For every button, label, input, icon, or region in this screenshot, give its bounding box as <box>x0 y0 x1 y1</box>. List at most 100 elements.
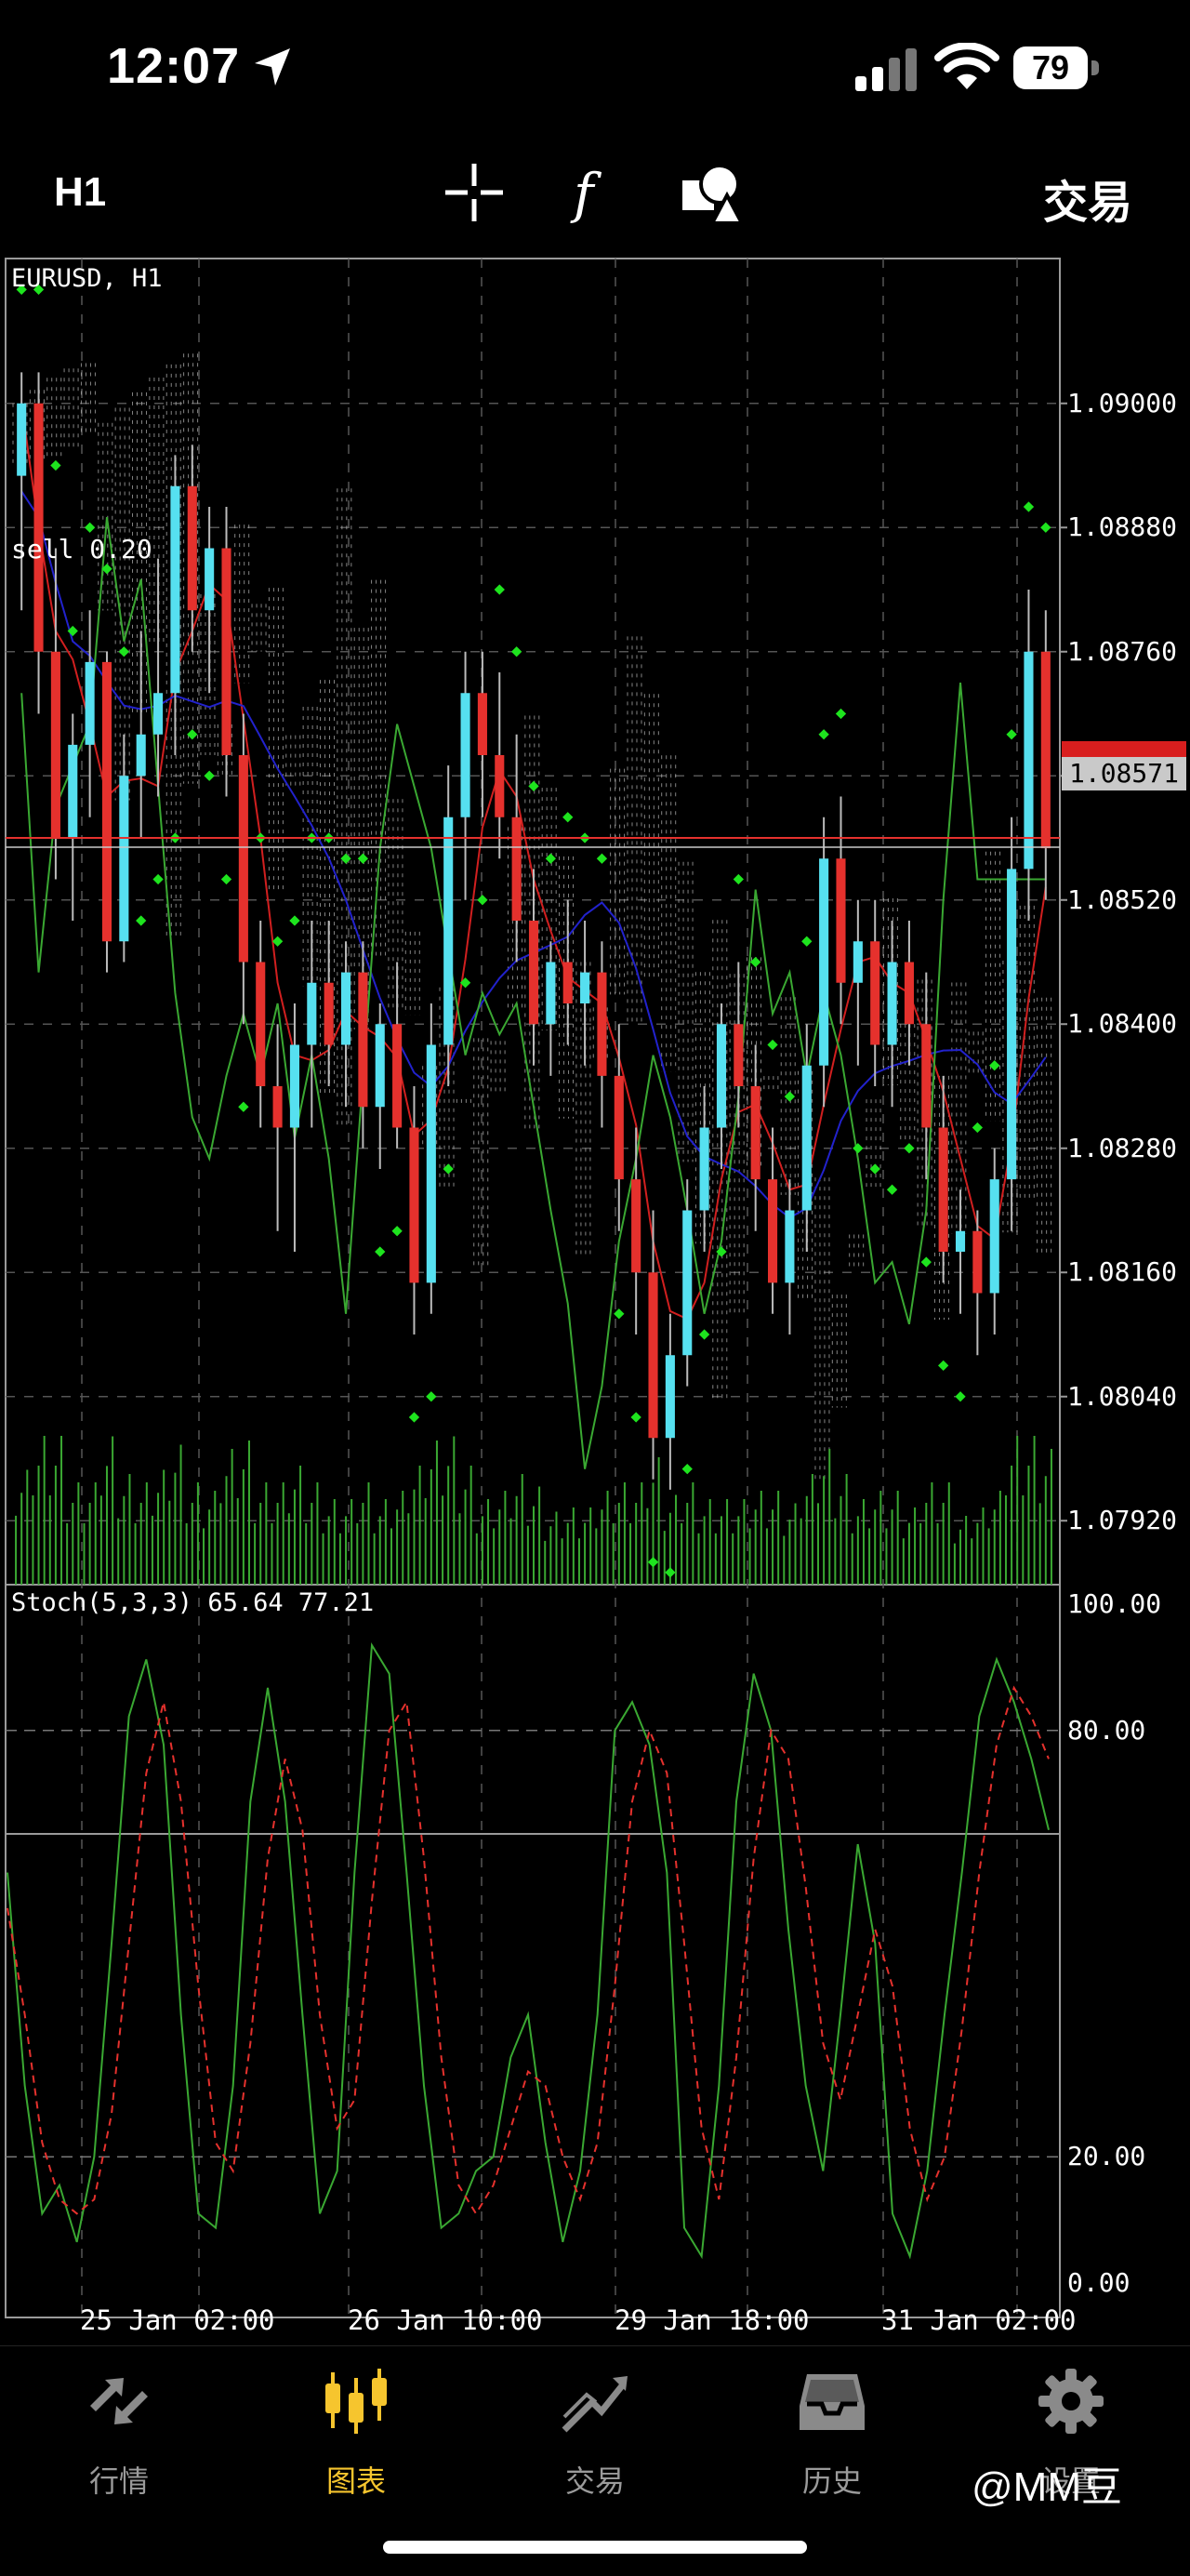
candle-body <box>187 485 197 611</box>
tab-trade[interactable]: 交易 <box>502 2346 688 2504</box>
status-bar: 12:07 79 <box>0 0 1190 139</box>
price-label-2: 1.08760 <box>1067 635 1178 667</box>
candle-body <box>289 1044 299 1128</box>
candle-body <box>119 776 129 942</box>
sar-dot <box>920 1256 932 1268</box>
chart-icon <box>325 2369 387 2434</box>
sar-dot <box>955 1391 966 1402</box>
tab-label-trade: 交易 <box>564 2464 625 2498</box>
candle-body <box>938 1127 948 1252</box>
tab-chart[interactable]: 图表 <box>263 2346 449 2504</box>
candle-body <box>477 693 487 755</box>
stoch-level-100: 100.00 <box>1067 1588 1162 1619</box>
candle-body <box>324 982 334 1045</box>
chart-area[interactable]: EURUSD, H1 sell 0.20 Stoch(5,3,3) 65.64 … <box>0 253 1190 2344</box>
price-label-4: 1.08520 <box>1067 883 1178 915</box>
sar-dot <box>375 1246 386 1257</box>
candle-body <box>870 941 880 1045</box>
candle-body <box>921 1024 932 1128</box>
candle-body <box>50 651 60 838</box>
candle-body <box>887 962 897 1045</box>
candle-body <box>460 693 470 817</box>
sar-dot <box>853 1143 864 1154</box>
candle-body <box>597 972 607 1076</box>
sar-dot <box>614 1308 625 1320</box>
candle-body <box>546 962 556 1025</box>
stoch-level-20: 20.00 <box>1067 2141 1146 2171</box>
sar-dot <box>510 646 522 657</box>
sar-dot <box>391 1226 403 1237</box>
location-arrow-icon <box>255 48 290 86</box>
candle-body <box>153 693 164 735</box>
candle-body <box>392 1024 403 1128</box>
price-label-5: 1.08400 <box>1067 1008 1178 1040</box>
candle-body <box>972 1230 983 1294</box>
trade-button[interactable]: 交易 <box>1043 166 1132 231</box>
sar-dot <box>1040 522 1051 533</box>
candle-body <box>358 972 368 1108</box>
time-label-1: 25 Jan 02:00 <box>80 2304 275 2336</box>
symbol-label: EURUSD, H1 <box>11 264 163 293</box>
tab-history[interactable]: 历史 <box>739 2346 925 2504</box>
candle-body <box>238 755 248 963</box>
candle-body <box>682 1210 693 1356</box>
sar-dot <box>733 873 744 885</box>
sar-dot <box>152 873 164 885</box>
candle-body <box>768 1179 778 1283</box>
history-icon <box>800 2374 865 2430</box>
sar-dot <box>937 1360 949 1372</box>
timeframe-button[interactable]: H1 <box>54 169 106 216</box>
sar-dot <box>1006 729 1017 740</box>
price-label-8: 1.08040 <box>1067 1380 1178 1412</box>
sar-dot <box>665 1567 676 1578</box>
sar-dot <box>289 915 300 926</box>
status-time: 12:07 <box>107 38 241 94</box>
stoch-level-80: 80.00 <box>1067 1715 1146 1746</box>
sar-dot <box>220 873 232 885</box>
candle-body <box>1040 651 1051 849</box>
watermark: @MM豆 <box>972 2464 1122 2510</box>
sar-dot <box>904 1143 915 1154</box>
tab-quotes[interactable]: 行情 <box>26 2346 212 2504</box>
sar-dot <box>408 1412 420 1423</box>
candle-body <box>17 403 27 476</box>
candle-body <box>631 1179 641 1273</box>
candle-body <box>801 1065 812 1211</box>
stoch-k-line <box>7 1641 1050 2260</box>
candle-body <box>136 734 146 777</box>
stoch-frame <box>5 1584 1061 2318</box>
tab-label-history: 历史 <box>801 2464 862 2498</box>
candle-body <box>785 1210 795 1283</box>
candle-body <box>989 1179 999 1294</box>
crosshair-icon[interactable] <box>442 160 507 225</box>
function-icon[interactable]: f <box>561 160 626 225</box>
chart-canvas[interactable] <box>0 253 1190 2344</box>
battery-indicator: 79 <box>1013 46 1099 91</box>
candle-body <box>955 1230 966 1252</box>
sar-dot <box>886 1184 898 1195</box>
candle-body <box>904 962 914 1025</box>
price-label-6: 1.08280 <box>1067 1132 1178 1163</box>
sar-dot <box>835 708 847 720</box>
candle-body <box>1024 651 1034 870</box>
price-label-9: 1.07920 <box>1067 1505 1178 1536</box>
objects-icon[interactable] <box>681 160 746 225</box>
sar-dot <box>118 646 130 657</box>
candle-body <box>853 941 863 983</box>
sar-dot <box>681 1463 693 1475</box>
candle-body <box>614 1075 624 1180</box>
tab-label-quotes: 行情 <box>88 2464 149 2498</box>
current-price-tag: 1.08571 <box>1062 757 1186 790</box>
candle-body <box>101 661 112 942</box>
candle-body <box>272 1086 283 1128</box>
cellular-signal-icon <box>855 48 917 91</box>
sar-dot <box>50 459 61 471</box>
price-label-1: 1.08880 <box>1067 511 1178 543</box>
candle-body <box>836 858 846 983</box>
candle-body <box>221 548 231 755</box>
sar-dot <box>630 1412 641 1423</box>
quotes-icon <box>90 2378 148 2424</box>
home-indicator[interactable] <box>383 2541 807 2554</box>
sar-dot <box>238 1101 249 1112</box>
candle-body <box>580 972 590 1003</box>
